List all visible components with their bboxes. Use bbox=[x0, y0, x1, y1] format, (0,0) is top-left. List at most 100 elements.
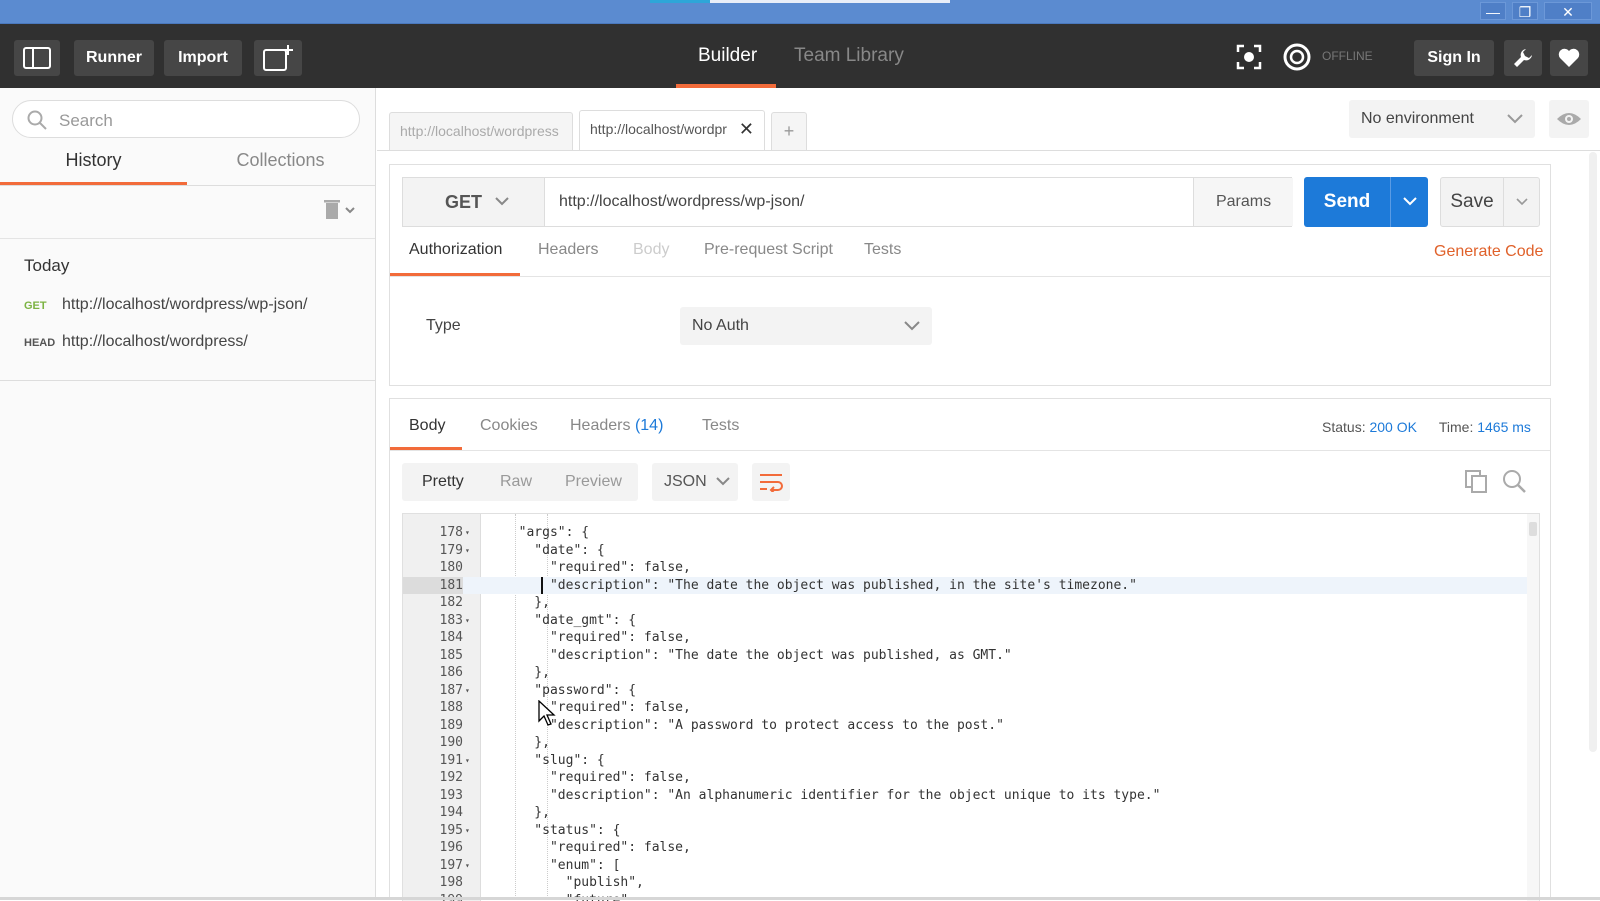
environment-quick-look-button[interactable] bbox=[1549, 100, 1589, 138]
fold-toggle-icon[interactable]: ▾ bbox=[465, 822, 475, 840]
code-line: 188 "required": false, bbox=[403, 699, 1540, 717]
tab-response-tests[interactable]: Tests bbox=[702, 417, 739, 435]
clear-history-button[interactable] bbox=[322, 198, 356, 225]
code-text: "password": { bbox=[503, 682, 636, 700]
tab-response-headers[interactable]: Headers (14) bbox=[570, 417, 663, 435]
code-line: 196 "required": false, bbox=[403, 839, 1540, 857]
request-tab[interactable]: http://localhost/wordpress bbox=[389, 112, 573, 150]
code-text: }, bbox=[503, 734, 550, 752]
code-text: "description": "The date the object was … bbox=[503, 647, 1012, 665]
line-number: 194 bbox=[403, 804, 463, 822]
sign-in-button[interactable]: Sign In bbox=[1414, 40, 1494, 76]
code-line: 183▾ "date_gmt": { bbox=[403, 612, 1540, 630]
toggle-sidebar-button[interactable] bbox=[14, 40, 60, 76]
url-input[interactable]: http://localhost/wordpress/wp-json/ bbox=[559, 178, 804, 226]
tab-pre-request-script[interactable]: Pre-request Script bbox=[704, 241, 833, 259]
line-number: 180 bbox=[403, 559, 463, 577]
minimize-button[interactable]: — bbox=[1480, 2, 1506, 20]
favorite-button[interactable] bbox=[1550, 40, 1588, 76]
search-response-button[interactable] bbox=[1502, 469, 1526, 498]
restore-button[interactable]: ❐ bbox=[1512, 2, 1538, 20]
preview-button[interactable]: Preview bbox=[565, 463, 622, 501]
runner-button[interactable]: Runner bbox=[74, 40, 154, 76]
code-line: 193 "description": "An alphanumeric iden… bbox=[403, 787, 1540, 805]
code-line: 195▾ "status": { bbox=[403, 822, 1540, 840]
pretty-button[interactable]: Pretty bbox=[422, 463, 464, 501]
search-icon bbox=[27, 110, 47, 130]
save-options-button[interactable] bbox=[1503, 178, 1539, 226]
request-tab-active[interactable]: http://localhost/wordpr ✕ bbox=[579, 110, 765, 150]
tab-authorization[interactable]: Authorization bbox=[409, 241, 502, 259]
time-label: Time: bbox=[1439, 419, 1473, 435]
tab-collections[interactable]: Collections bbox=[187, 150, 374, 186]
tab-history[interactable]: History bbox=[0, 150, 187, 186]
line-number: 192 bbox=[403, 769, 463, 787]
history-item[interactable]: GET http://localhost/wordpress/wp-json/ bbox=[24, 296, 354, 318]
tab-tests[interactable]: Tests bbox=[864, 241, 901, 259]
fold-toggle-icon[interactable]: ▾ bbox=[465, 857, 475, 875]
auth-type-select[interactable]: No Auth bbox=[680, 307, 932, 345]
response-editor[interactable]: 178▾ "args": {179▾ "date": {180 "require… bbox=[402, 513, 1540, 901]
wrap-lines-button[interactable] bbox=[752, 463, 790, 501]
copy-icon bbox=[1464, 469, 1488, 493]
code-text: "status": { bbox=[503, 822, 620, 840]
tab-builder[interactable]: Builder bbox=[698, 24, 757, 88]
sync-icon bbox=[1282, 42, 1312, 72]
tab-body[interactable]: Body bbox=[633, 241, 669, 259]
copy-button[interactable] bbox=[1464, 469, 1488, 498]
line-number: 183 bbox=[403, 612, 463, 630]
main-scrollbar[interactable] bbox=[1589, 152, 1597, 752]
sync-status-button[interactable] bbox=[1278, 38, 1316, 76]
tab-headers[interactable]: Headers bbox=[538, 241, 598, 259]
search-icon bbox=[1502, 469, 1526, 493]
history-item[interactable]: HEAD http://localhost/wordpress/ bbox=[24, 333, 354, 355]
import-button[interactable]: Import bbox=[164, 40, 242, 76]
code-line: 191▾ "slug": { bbox=[403, 752, 1540, 770]
format-select[interactable]: JSON bbox=[652, 463, 738, 501]
auth-type-value: No Auth bbox=[692, 317, 749, 334]
code-text: "date": { bbox=[503, 542, 605, 560]
text-caret bbox=[541, 577, 543, 594]
divider bbox=[0, 238, 375, 239]
editor-scrollbar[interactable] bbox=[1527, 514, 1539, 901]
code-line: 198 "publish", bbox=[403, 874, 1540, 892]
fold-toggle-icon[interactable]: ▾ bbox=[465, 612, 475, 630]
environment-select[interactable]: No environment bbox=[1349, 100, 1535, 138]
code-line: 179▾ "date": { bbox=[403, 542, 1540, 560]
close-window-button[interactable]: ✕ bbox=[1544, 2, 1592, 20]
line-number: 181 bbox=[403, 577, 463, 595]
code-line: 178▾ "args": { bbox=[403, 524, 1540, 542]
code-line: 186 }, bbox=[403, 664, 1540, 682]
tab-team-library[interactable]: Team Library bbox=[794, 24, 904, 88]
method-select[interactable]: GET bbox=[403, 178, 545, 226]
search-placeholder: Search bbox=[59, 111, 113, 131]
code-line: 184 "required": false, bbox=[403, 629, 1540, 647]
generate-code-link[interactable]: Generate Code bbox=[1434, 243, 1543, 261]
editor-scroll-thumb[interactable] bbox=[1529, 522, 1537, 536]
save-button[interactable]: Save bbox=[1440, 177, 1540, 227]
tab-response-body[interactable]: Body bbox=[409, 417, 445, 435]
interceptor-button[interactable] bbox=[1230, 38, 1268, 76]
close-tab-icon[interactable]: ✕ bbox=[739, 111, 754, 147]
chevron-down-icon bbox=[716, 477, 730, 487]
settings-button[interactable] bbox=[1504, 40, 1542, 76]
send-options-button[interactable] bbox=[1390, 177, 1428, 227]
fold-toggle-icon[interactable]: ▾ bbox=[465, 542, 475, 560]
fold-toggle-icon[interactable]: ▾ bbox=[465, 682, 475, 700]
status-label: Status: bbox=[1322, 419, 1366, 435]
code-text: "description": "The date the object was … bbox=[503, 577, 1137, 595]
fold-toggle-icon[interactable]: ▾ bbox=[465, 752, 475, 770]
raw-button[interactable]: Raw bbox=[500, 463, 532, 501]
send-label: Send bbox=[1304, 177, 1390, 227]
new-tab-button[interactable]: + bbox=[771, 112, 807, 150]
search-input[interactable]: Search bbox=[12, 100, 360, 138]
fold-toggle-icon[interactable]: ▾ bbox=[465, 524, 475, 542]
code-line: 181 "description": "The date the object … bbox=[403, 577, 1540, 595]
code-text: "args": { bbox=[503, 524, 589, 542]
tab-cookies[interactable]: Cookies bbox=[480, 417, 538, 435]
response-panel: Body Cookies Headers (14) Tests Status: … bbox=[389, 398, 1551, 900]
params-button[interactable]: Params bbox=[1193, 178, 1293, 226]
divider bbox=[390, 276, 1550, 277]
new-window-button[interactable] bbox=[254, 40, 302, 76]
send-button[interactable]: Send bbox=[1304, 177, 1428, 227]
